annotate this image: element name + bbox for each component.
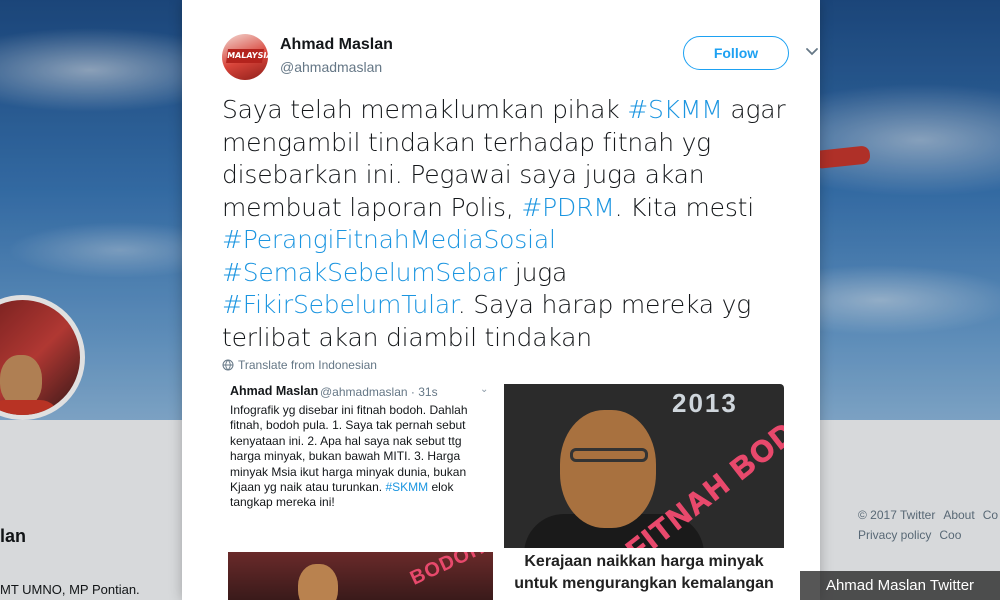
image-credit-watermark: Ahmad Maslan Twitter bbox=[800, 571, 1000, 600]
screenshot-image[interactable]: Ahmad Maslan @ahmadmaslan · 31s ⌄ Infogr… bbox=[222, 384, 498, 600]
author-handle[interactable]: @ahmadmaslan bbox=[280, 59, 382, 75]
infographic-portrait bbox=[560, 410, 656, 528]
tweet-hashtag[interactable]: #FikirSebelumTular bbox=[222, 290, 458, 319]
tweet-hashtag[interactable]: #PDRM bbox=[521, 193, 614, 222]
infographic-glasses bbox=[570, 448, 648, 462]
author-avatar-logo: MALAYSIA bbox=[226, 49, 268, 63]
translate-label: Translate from Indonesian bbox=[238, 358, 377, 372]
tweet-text-segment: Saya telah memaklumkan pihak bbox=[222, 95, 628, 124]
screenshot-body: Infografik yg disebar ini fitnah bodoh. … bbox=[230, 403, 494, 511]
infographic-caption-line2: untuk mengurangkan kemalangan bbox=[514, 575, 774, 592]
screenshot-author-name: Ahmad Maslan bbox=[230, 384, 319, 398]
tweet-hashtag[interactable]: #SKMM bbox=[627, 95, 723, 124]
tweet-hashtag[interactable]: #PerangiFitnahMediaSosial bbox=[222, 225, 556, 254]
screenshot-hashtag: #SKMM bbox=[385, 480, 429, 495]
chevron-down-icon[interactable] bbox=[803, 42, 820, 60]
infographic-caption-line1: Kerajaan naikkan harga minyak bbox=[524, 553, 764, 570]
tweet-text-segment: . Kita mesti bbox=[614, 192, 755, 222]
tweet-text-segment: juga bbox=[507, 257, 568, 287]
author-avatar[interactable]: MALAYSIA bbox=[222, 34, 268, 80]
translate-link[interactable]: Translate from Indonesian bbox=[222, 358, 377, 372]
tweet-hashtag[interactable]: #SemakSebelumSebar bbox=[222, 258, 507, 287]
screenshot-photo-face bbox=[298, 564, 338, 600]
author-name[interactable]: Ahmad Maslan bbox=[280, 36, 393, 54]
infographic-caption: Kerajaan naikkan harga minyak untuk meng… bbox=[504, 548, 784, 600]
tweet-media[interactable]: Ahmad Maslan @ahmadmaslan · 31s ⌄ Infogr… bbox=[222, 384, 784, 600]
screenshot-chevron-icon: ⌄ bbox=[480, 384, 489, 395]
screenshot-author-handle: @ahmadmaslan · 31s bbox=[320, 385, 438, 399]
tweet-header: MALAYSIA Ahmad Maslan @ahmadmaslan Follo… bbox=[222, 34, 818, 82]
screenshot-photo: BODOH bbox=[228, 552, 493, 600]
globe-icon bbox=[222, 359, 234, 371]
infographic-image[interactable]: 2013 FITNAH BODOH Kerajaan naikkan harga… bbox=[504, 384, 784, 600]
tweet-text: Saya telah memaklumkan pihak #SKMM agar … bbox=[222, 94, 797, 354]
screenshot-photo-stamp: BODOH bbox=[406, 552, 489, 590]
tweet-modal: MALAYSIA Ahmad Maslan @ahmadmaslan Follo… bbox=[182, 0, 820, 600]
follow-button[interactable]: Follow bbox=[683, 36, 789, 70]
infographic-year: 2013 bbox=[672, 388, 738, 418]
